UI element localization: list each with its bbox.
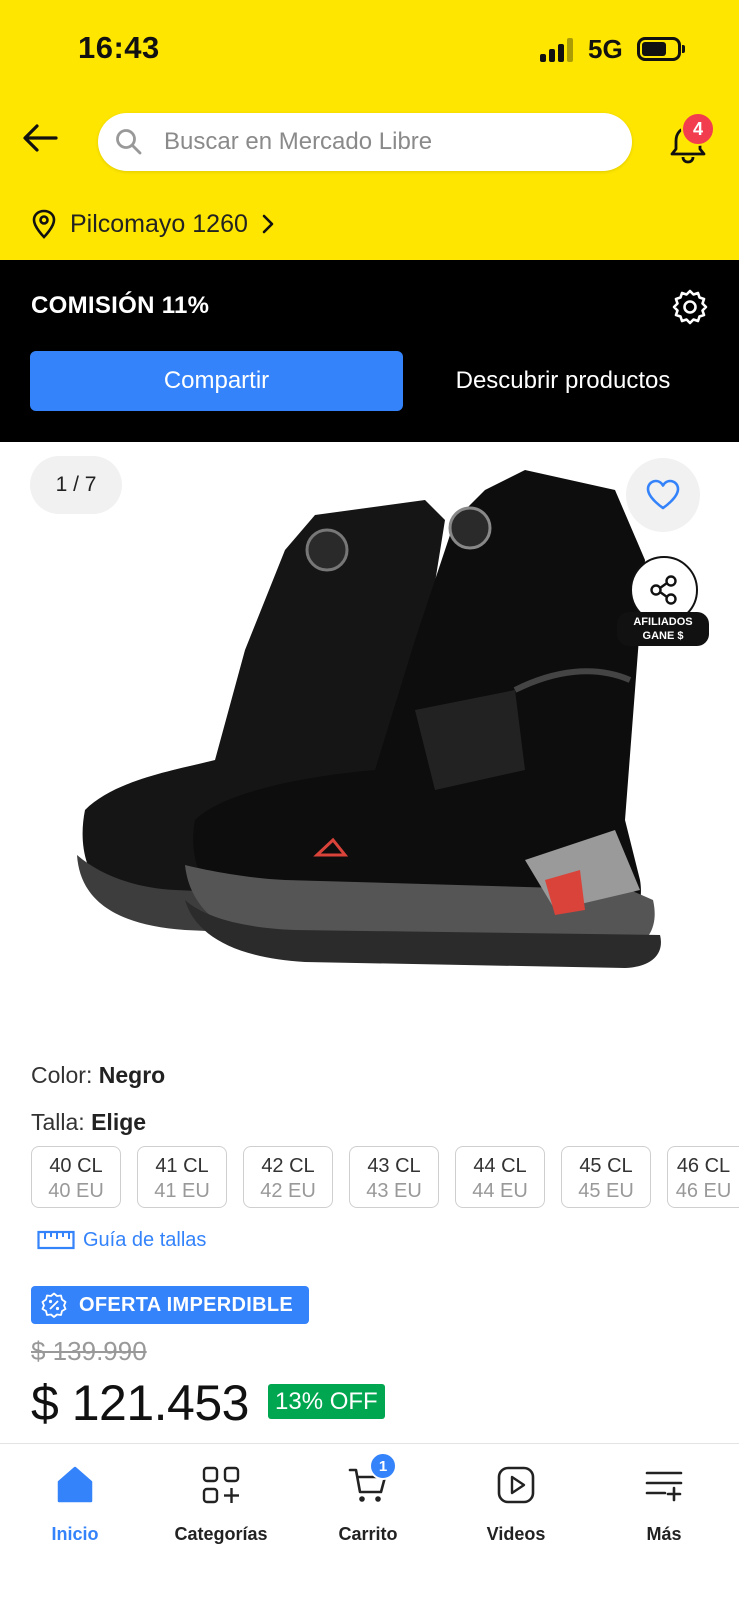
nav-label-inicio: Inicio xyxy=(51,1524,99,1544)
search-bar[interactable] xyxy=(98,113,632,171)
size-cl: 41 CL xyxy=(155,1155,209,1177)
deal-badge: OFERTA IMPERDIBLE xyxy=(31,1286,309,1324)
size-eu: 46 EU xyxy=(675,1180,732,1202)
back-button[interactable] xyxy=(20,118,60,158)
size-option-45[interactable]: 45 CL 45 EU xyxy=(561,1146,651,1208)
categories-icon xyxy=(202,1466,240,1504)
favorite-button[interactable] xyxy=(626,458,700,532)
color-value: Negro xyxy=(98,1062,166,1088)
discount-icon xyxy=(41,1292,67,1318)
location-pin-icon xyxy=(32,209,56,239)
ruler-icon xyxy=(37,1230,75,1250)
discover-products-button[interactable]: Descubrir productos xyxy=(428,351,698,411)
bottom-nav: Inicio Categorías 1 Carrito Videos Más xyxy=(0,1443,739,1600)
location-selector[interactable]: Pilcomayo 1260 xyxy=(30,204,278,244)
gear-icon[interactable] xyxy=(671,288,709,326)
current-price: $ 121.453 xyxy=(31,1375,249,1431)
size-cl: 43 CL xyxy=(367,1155,421,1177)
size-cl: 45 CL xyxy=(579,1155,633,1177)
home-icon xyxy=(57,1466,93,1503)
location-address: Pilcomayo 1260 xyxy=(70,209,248,238)
size-eu: 42 EU xyxy=(260,1180,316,1202)
color-selector: Color: Negro xyxy=(31,1062,165,1089)
chevron-right-icon xyxy=(262,214,274,234)
cart-count-badge: 1 xyxy=(369,1452,397,1480)
heart-icon xyxy=(646,479,680,510)
search-input[interactable] xyxy=(164,113,614,171)
search-icon xyxy=(116,129,142,155)
color-label: Color: xyxy=(31,1062,93,1088)
size-guide-label: Guía de tallas xyxy=(83,1228,207,1251)
size-option-43[interactable]: 43 CL 43 EU xyxy=(349,1146,439,1208)
status-time: 16:43 xyxy=(78,30,160,65)
product-image xyxy=(77,470,661,968)
size-option-46[interactable]: 46 CL 46 EU xyxy=(667,1146,739,1208)
share-icon xyxy=(650,575,677,605)
size-option-42[interactable]: 42 CL 42 EU xyxy=(243,1146,333,1208)
gallery-counter: 1 / 7 xyxy=(30,456,122,514)
size-guide-link[interactable]: Guía de tallas xyxy=(37,1225,206,1255)
affiliate-badge-line2: GANE $ xyxy=(642,630,684,642)
affiliate-earn-badge: AFILIADOS GANE $ xyxy=(617,612,709,646)
size-option-41[interactable]: 41 CL 41 EU xyxy=(137,1146,227,1208)
video-icon xyxy=(497,1466,535,1504)
menu-icon xyxy=(645,1471,683,1502)
original-price: $ 139.990 xyxy=(31,1336,147,1366)
nav-label-categorias: Categorías xyxy=(174,1524,268,1544)
deal-label: OFERTA IMPERDIBLE xyxy=(79,1293,293,1316)
signal-icon xyxy=(540,38,576,62)
size-eu: 41 EU xyxy=(154,1180,210,1202)
back-arrow-icon xyxy=(23,124,58,152)
size-eu: 40 EU xyxy=(48,1180,104,1202)
nav-label-carrito: Carrito xyxy=(338,1524,398,1544)
notification-badge: 4 xyxy=(681,112,715,146)
size-selector-label: Talla: Elige xyxy=(31,1109,146,1136)
size-cl: 44 CL xyxy=(473,1155,527,1177)
commission-label: COMISIÓN 11% xyxy=(31,292,210,319)
size-eu: 45 EU xyxy=(578,1180,634,1202)
discount-badge: 13% OFF xyxy=(268,1384,385,1419)
header: 16:43 5G 4 Pilcomayo 1260 xyxy=(0,0,739,260)
status-bar: 16:43 5G xyxy=(0,0,739,100)
affiliate-badge-line1: AFILIADOS xyxy=(633,616,693,628)
size-option-44[interactable]: 44 CL 44 EU xyxy=(455,1146,545,1208)
network-label: 5G xyxy=(588,34,623,64)
size-eu: 43 EU xyxy=(366,1180,422,1202)
nav-label-mas: Más xyxy=(646,1524,682,1544)
size-option-40[interactable]: 40 CL 40 EU xyxy=(31,1146,121,1208)
nav-label-videos: Videos xyxy=(486,1524,546,1544)
battery-icon xyxy=(637,37,685,61)
size-value: Elige xyxy=(91,1109,147,1135)
size-cl: 40 CL xyxy=(49,1155,103,1177)
size-eu: 44 EU xyxy=(472,1180,528,1202)
share-button[interactable]: Compartir xyxy=(30,351,403,411)
size-cl: 46 CL xyxy=(676,1155,731,1177)
size-label: Talla: xyxy=(31,1109,85,1135)
size-cl: 42 CL xyxy=(261,1155,315,1177)
